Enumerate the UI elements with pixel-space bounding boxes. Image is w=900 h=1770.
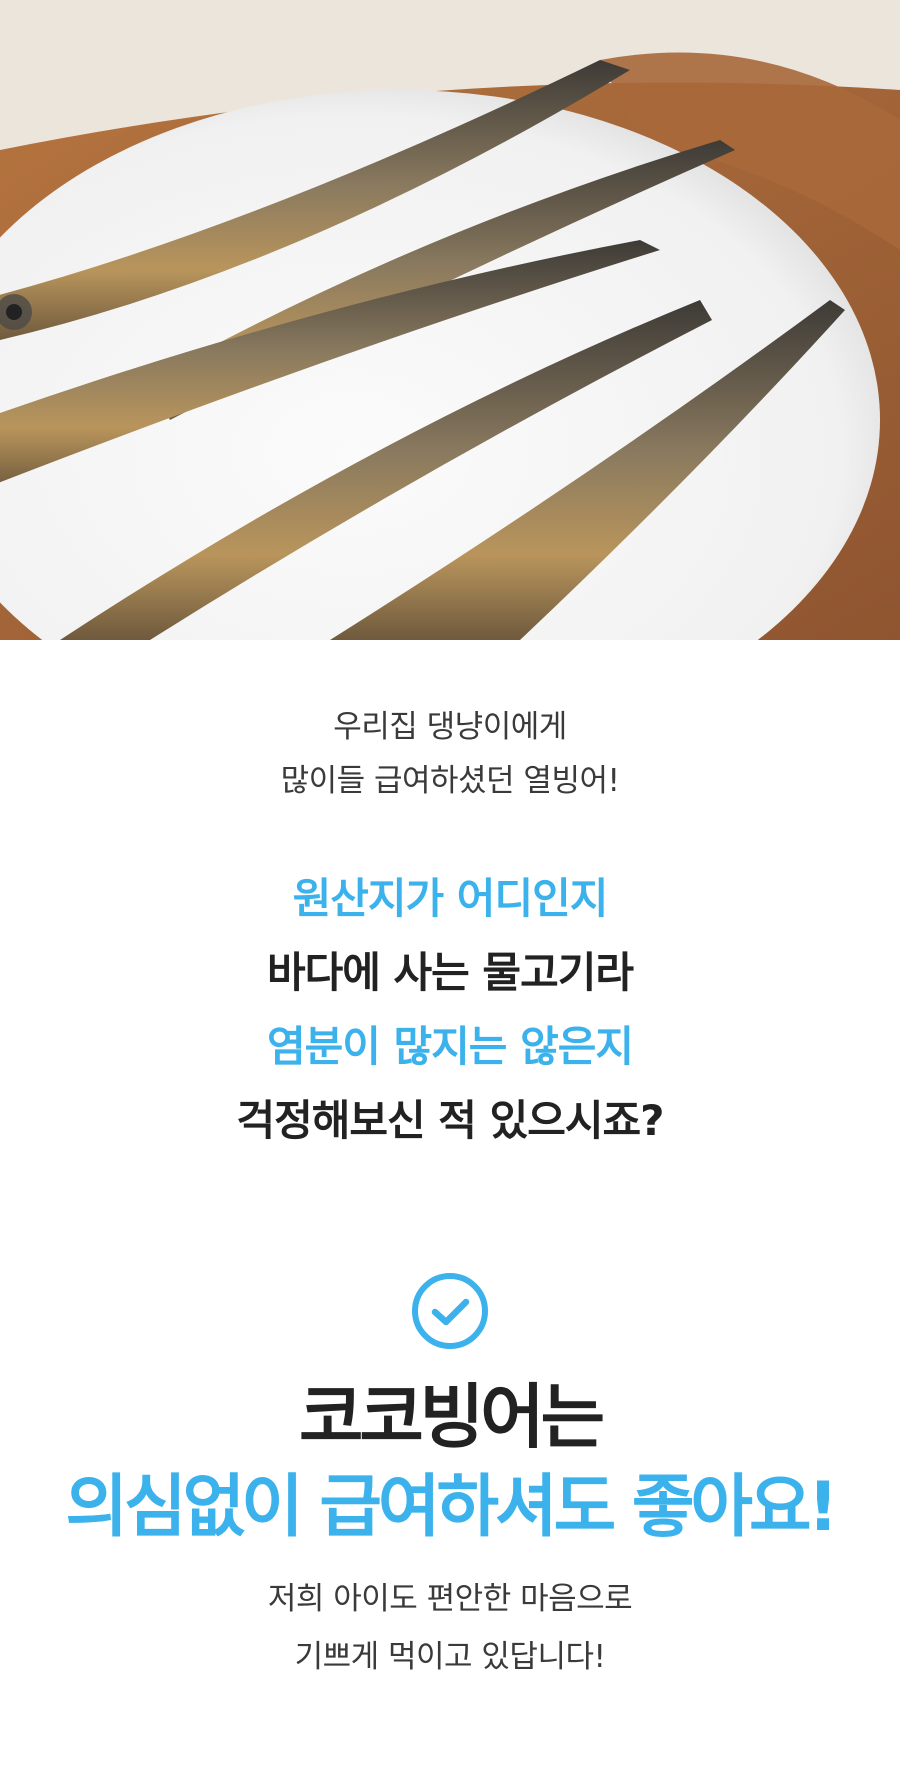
- questions-block: 원산지가 어디인지 바다에 사는 물고기라 염분이 많지는 않은지 걱정해보신 …: [0, 862, 900, 1158]
- outro-line-1: 저희 아이도 편안한 마음으로: [267, 1581, 633, 1617]
- intro-line-1: 우리집 댕냥이에게: [333, 709, 567, 745]
- outro-text: 저희 아이도 편안한 마음으로 기쁘게 먹이고 있답니다!: [0, 1570, 900, 1686]
- intro-line-2: 많이들 급여하셨던 열빙어!: [280, 763, 620, 799]
- check-circle-icon: [410, 1271, 490, 1351]
- headline-brand: 코코빙어는: [299, 1376, 605, 1458]
- headline-claim: 의심없이 급여하셔도 좋아요!: [65, 1468, 838, 1547]
- question-line-worry: 걱정해보신 적 있으시죠?: [236, 1096, 664, 1145]
- question-line-origin: 원산지가 어디인지: [292, 874, 609, 923]
- intro-text: 우리집 댕냥이에게 많이들 급여하셨던 열빙어!: [0, 700, 900, 808]
- hero-photo: [0, 0, 900, 640]
- headline: 코코빙어는 의심없이 급여하셔도 좋아요!: [0, 1372, 900, 1554]
- question-line-sea-fish: 바다에 사는 물고기라: [266, 948, 634, 997]
- question-line-salt: 염분이 많지는 않은지: [266, 1022, 634, 1071]
- outro-line-2: 기쁘게 먹이고 있답니다!: [294, 1639, 606, 1675]
